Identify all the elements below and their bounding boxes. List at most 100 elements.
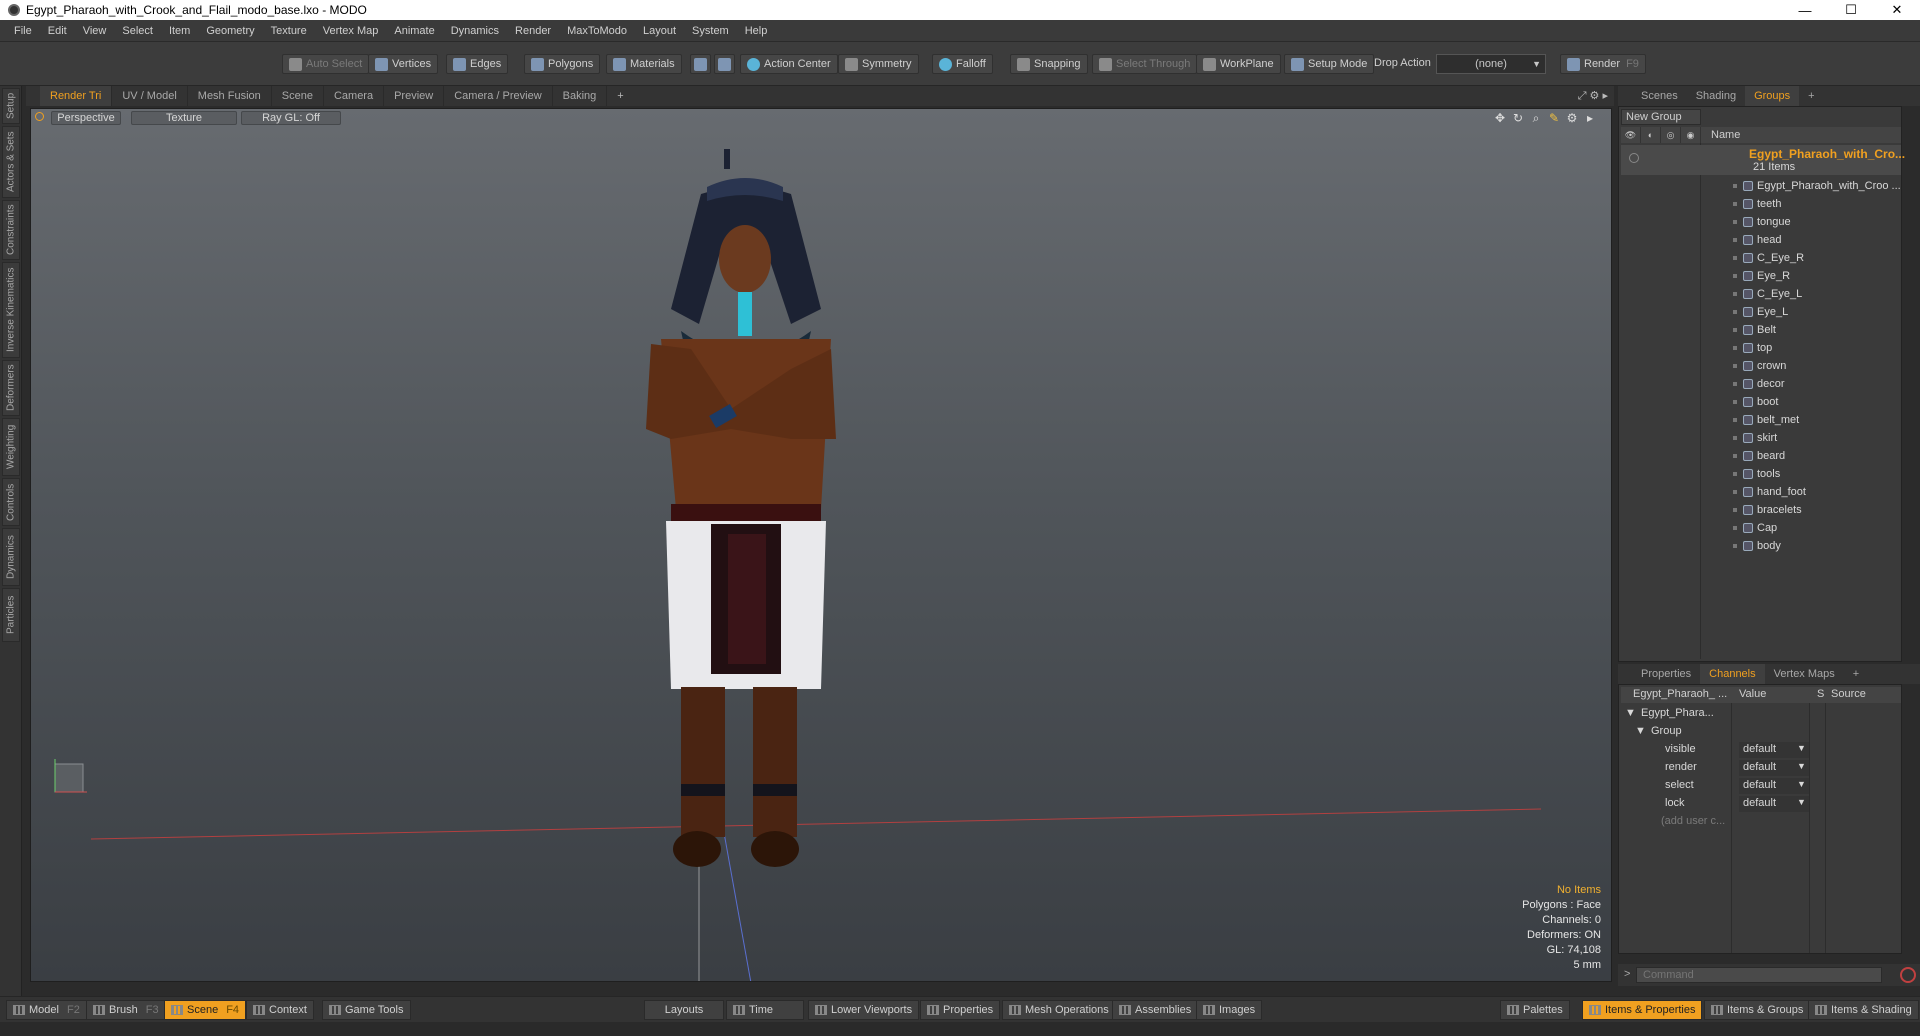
lock-col-icon[interactable]: ◎ (1661, 127, 1681, 143)
tab-baking[interactable]: Baking (553, 86, 608, 106)
auto-select-button[interactable]: Auto Select (282, 54, 370, 74)
vtab-controls[interactable]: Controls (2, 478, 20, 526)
list-item[interactable]: beard (1621, 447, 1901, 465)
palettes-button[interactable]: Palettes (1500, 1000, 1570, 1020)
items-properties-button[interactable]: Items & Properties (1582, 1000, 1703, 1020)
list-item[interactable]: C_Eye_L (1621, 285, 1901, 303)
vtab-setup[interactable]: Setup (2, 88, 20, 124)
tab-scene[interactable]: Scene (272, 86, 324, 106)
list-item[interactable]: teeth (1621, 195, 1901, 213)
list-item[interactable]: Eye_R (1621, 267, 1901, 285)
3d-viewport[interactable]: Perspective Texture Ray GL: Off ✥ ↻ ⌕ ✎ … (30, 108, 1612, 982)
vtab-particles[interactable]: Particles (2, 588, 20, 642)
channel-group-row[interactable]: ▼ Group (1621, 723, 1901, 741)
layouts-button[interactable]: Layouts (644, 1000, 724, 1020)
list-item[interactable]: decor (1621, 375, 1901, 393)
add-tab-button[interactable]: + (607, 86, 633, 106)
list-item[interactable]: Eye_L (1621, 303, 1901, 321)
menu-dynamics[interactable]: Dynamics (443, 20, 507, 42)
tab-properties[interactable]: Properties (1632, 664, 1700, 684)
group-root-row[interactable]: Egypt_Pharaoh_with_Cro... 21 Items (1621, 145, 1905, 175)
menu-item[interactable]: Item (161, 20, 198, 42)
menu-vertex-map[interactable]: Vertex Map (315, 20, 387, 42)
tab-preview[interactable]: Preview (384, 86, 445, 106)
list-item[interactable]: Belt (1621, 321, 1901, 339)
channel-s-header[interactable]: S (1817, 688, 1824, 700)
tab-render-tri[interactable]: Render Tri (40, 86, 113, 106)
add-tab-button[interactable]: + (1799, 86, 1823, 106)
action-center-button[interactable]: Action Center (740, 54, 838, 74)
vtab-dynamics[interactable]: Dynamics (2, 528, 20, 586)
eye-icon[interactable] (1629, 153, 1639, 163)
add-tab-button[interactable]: + (1844, 664, 1868, 684)
menu-render[interactable]: Render (507, 20, 559, 42)
tab-vertex-maps[interactable]: Vertex Maps (1765, 664, 1844, 684)
menu-select[interactable]: Select (114, 20, 161, 42)
name-column-header[interactable]: Name (1701, 129, 1740, 141)
items-shading-button[interactable]: Items & Shading (1808, 1000, 1919, 1020)
visibility-col-icon[interactable]: 👁 (1621, 127, 1641, 143)
channel-root-row[interactable]: ▼ Egypt_Phara... (1621, 705, 1901, 723)
list-item[interactable]: bracelets (1621, 501, 1901, 519)
expand-icon[interactable]: ⤢ ⚙ ▸ (1578, 89, 1608, 103)
tab-shading[interactable]: Shading (1687, 86, 1745, 106)
mesh-operations-button[interactable]: Mesh Operations (1002, 1000, 1116, 1020)
tab-scenes[interactable]: Scenes (1632, 86, 1687, 106)
tab-groups[interactable]: Groups (1745, 86, 1800, 106)
tab-mesh-fusion[interactable]: Mesh Fusion (188, 86, 272, 106)
list-item[interactable]: Cap (1621, 519, 1901, 537)
add-user-channel-row[interactable]: (add user c... (1621, 813, 1901, 831)
command-input[interactable] (1636, 967, 1882, 983)
channel-name-header[interactable]: Egypt_Pharaoh_ ... (1633, 688, 1727, 700)
render-col-icon[interactable]: ◐ (1641, 127, 1661, 143)
list-item[interactable]: C_Eye_R (1621, 249, 1901, 267)
tab-uv-model[interactable]: UV / Model (112, 86, 188, 106)
list-item[interactable]: top (1621, 339, 1901, 357)
menu-layout[interactable]: Layout (635, 20, 684, 42)
render-button[interactable]: Render F9 (1560, 54, 1646, 74)
falloff-button[interactable]: Falloff (932, 54, 993, 74)
list-item[interactable]: hand_foot (1621, 483, 1901, 501)
menu-view[interactable]: View (75, 20, 115, 42)
expand-icon[interactable]: ▼ (1625, 707, 1636, 719)
scene-layout-button[interactable]: Scene F4 (164, 1000, 247, 1020)
time-button[interactable]: Time (726, 1000, 804, 1020)
context-layout-button[interactable]: Context (246, 1000, 314, 1020)
select-through-button[interactable]: Select Through (1092, 54, 1198, 74)
chevron-down-icon[interactable]: ▼ (1797, 761, 1806, 771)
vtab-inverse-kinematics[interactable]: Inverse Kinematics (2, 262, 20, 358)
chevron-down-icon[interactable]: ▼ (1797, 797, 1806, 807)
materials-button[interactable]: Materials (606, 54, 682, 74)
drop-action-select[interactable]: (none) ▼ (1436, 54, 1546, 74)
minimize-button[interactable]: — (1782, 0, 1828, 20)
channel-row-visible[interactable]: visible default ▼ (1621, 741, 1901, 759)
chevron-down-icon[interactable]: ▼ (1797, 779, 1806, 789)
tab-channels[interactable]: Channels (1700, 664, 1765, 684)
menu-texture[interactable]: Texture (263, 20, 315, 42)
close-button[interactable]: ✕ (1874, 0, 1920, 20)
vtab-deformers[interactable]: Deformers (2, 360, 20, 416)
maximize-button[interactable]: ☐ (1828, 0, 1874, 20)
vertices-button[interactable]: Vertices (368, 54, 439, 74)
menu-edit[interactable]: Edit (40, 20, 75, 42)
pivot-mode-button[interactable] (714, 54, 735, 74)
select-col-icon[interactable]: ◉ (1681, 127, 1701, 143)
assemblies-button[interactable]: Assemblies (1112, 1000, 1199, 1020)
chevron-down-icon[interactable]: ▼ (1797, 743, 1806, 753)
record-macro-icon[interactable] (1900, 967, 1916, 983)
setup-mode-button[interactable]: Setup Mode (1284, 54, 1375, 74)
list-item[interactable]: Egypt_Pharaoh_with_Croo ... (1621, 177, 1901, 195)
snapping-button[interactable]: Snapping (1010, 54, 1088, 74)
menu-system[interactable]: System (684, 20, 737, 42)
channel-row-render[interactable]: render default ▼ (1621, 759, 1901, 777)
list-item[interactable]: tools (1621, 465, 1901, 483)
list-item[interactable]: crown (1621, 357, 1901, 375)
vtab-actors-sets[interactable]: Actors & Sets (2, 126, 20, 198)
polygons-button[interactable]: Polygons (524, 54, 601, 74)
menu-file[interactable]: File (6, 20, 40, 42)
model-layout-button[interactable]: Model F2 (6, 1000, 87, 1020)
vtab-weighting[interactable]: Weighting (2, 418, 20, 476)
list-item[interactable]: head (1621, 231, 1901, 249)
properties-button[interactable]: Properties (920, 1000, 1001, 1020)
channel-source-header[interactable]: Source (1831, 688, 1866, 700)
